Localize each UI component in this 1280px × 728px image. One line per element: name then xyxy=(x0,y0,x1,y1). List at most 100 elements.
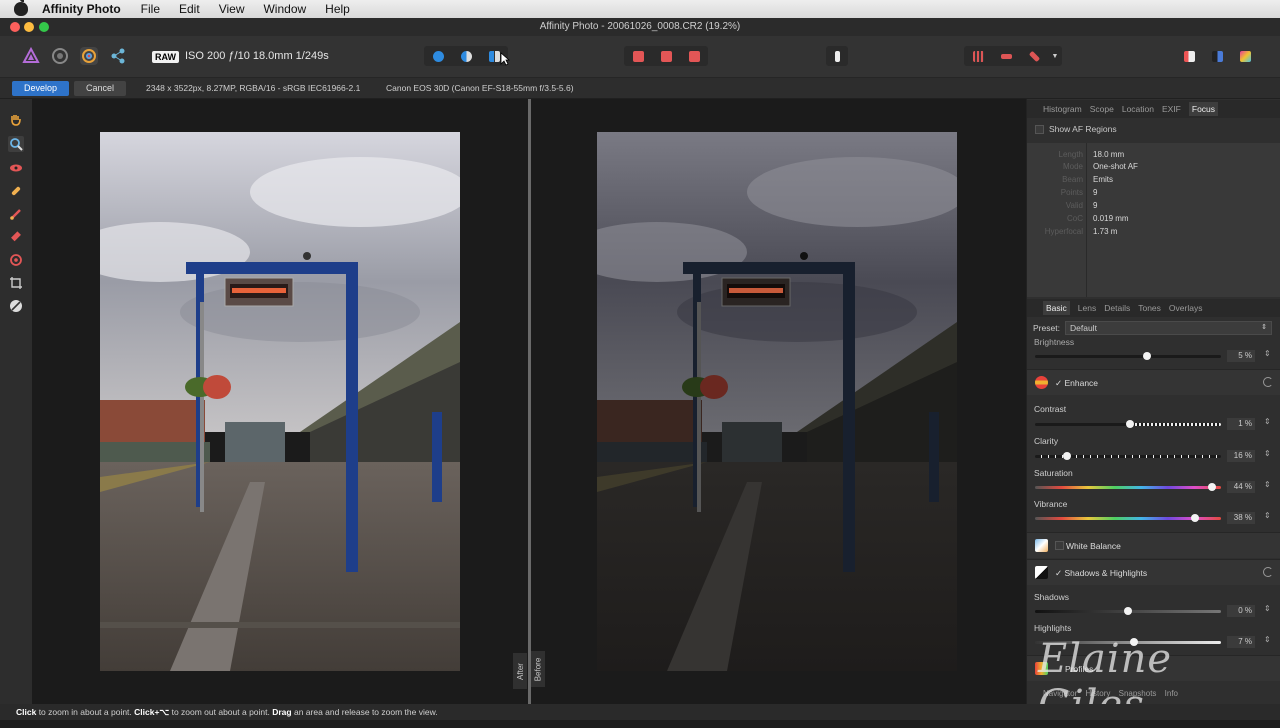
shadows-highlights-icon xyxy=(1035,566,1048,579)
minimize-window-button[interactable] xyxy=(24,22,34,32)
vibrance-stepper-icon[interactable]: ⇕ xyxy=(1264,511,1271,520)
white-balance-section[interactable]: White Balance xyxy=(1027,532,1280,558)
grid-icon xyxy=(972,50,984,62)
show-af-checkbox[interactable] xyxy=(1035,125,1044,135)
single-view-button[interactable] xyxy=(424,46,452,66)
after-photo xyxy=(100,132,460,671)
shadows-highlights-title: ✓ Shadows & Highlights xyxy=(1055,568,1148,578)
apple-icon[interactable] xyxy=(14,0,28,16)
shadows-stepper-icon[interactable]: ⇕ xyxy=(1264,604,1271,613)
color-swatch-button[interactable] xyxy=(1231,46,1259,66)
brush-button[interactable] xyxy=(1020,46,1048,66)
brightness-stepper-icon[interactable]: ⇕ xyxy=(1264,349,1271,358)
crop-tool[interactable] xyxy=(8,275,24,291)
grid-button[interactable] xyxy=(964,46,992,66)
liquify-persona-icon[interactable] xyxy=(51,47,69,65)
shadows-label: Shadows xyxy=(1034,592,1069,602)
tab-exif[interactable]: EXIF xyxy=(1162,104,1181,114)
blemish-tool[interactable] xyxy=(8,183,24,199)
info-button[interactable] xyxy=(826,46,848,66)
develop-persona-icon[interactable] xyxy=(80,47,98,65)
focus-info: Length 18.0 mm Mode One-shot AF Beam Emi… xyxy=(1027,143,1280,297)
tab-location[interactable]: Location xyxy=(1122,104,1154,114)
clarity-value[interactable]: 16 % xyxy=(1227,450,1255,462)
clipping-button[interactable] xyxy=(992,46,1020,66)
canvas[interactable]: After Before xyxy=(32,99,1026,704)
menu-edit[interactable]: Edit xyxy=(179,0,200,18)
show-af-regions[interactable]: Show AF Regions xyxy=(1035,124,1117,135)
overlay-erase-tool[interactable] xyxy=(8,229,24,245)
red-eye-tool[interactable] xyxy=(8,160,24,176)
close-window-button[interactable] xyxy=(10,22,20,32)
menu-app[interactable]: Affinity Photo xyxy=(42,0,121,18)
brightness-knob[interactable] xyxy=(1142,352,1151,360)
tab-scope[interactable]: Scope xyxy=(1090,104,1114,114)
contrast-slider[interactable] xyxy=(1035,420,1221,428)
saturation-value[interactable]: 44 % xyxy=(1227,481,1255,493)
single-view-icon xyxy=(432,50,444,62)
overlay-gradient-tool[interactable] xyxy=(8,252,24,268)
menu-help[interactable]: Help xyxy=(325,0,350,18)
saturation-knob[interactable] xyxy=(1207,483,1216,491)
right-panel: Histogram Scope Location EXIF Focus Show… xyxy=(1026,99,1280,704)
shadows-value[interactable]: 0 % xyxy=(1227,605,1255,617)
clarity-knob[interactable] xyxy=(1062,452,1071,460)
brightness-slider[interactable] xyxy=(1035,352,1221,360)
develop-button[interactable]: Develop xyxy=(12,81,69,96)
clarity-stepper-icon[interactable]: ⇕ xyxy=(1264,449,1271,458)
cancel-button[interactable]: Cancel xyxy=(74,81,126,96)
focus-key: Hyperfocal xyxy=(1044,227,1083,236)
shadows-highlights-section[interactable]: ✓ Shadows & Highlights xyxy=(1027,559,1280,585)
vibrance-value[interactable]: 38 % xyxy=(1227,512,1255,524)
highlights-label: Highlights xyxy=(1034,623,1072,633)
status-text-3: an area and release to zoom the view. xyxy=(291,707,438,717)
rotate-left-button[interactable] xyxy=(624,46,652,66)
tab-lens[interactable]: Lens xyxy=(1078,303,1096,313)
reset-icon[interactable] xyxy=(1263,567,1273,577)
contrast-stepper-icon[interactable]: ⇕ xyxy=(1264,417,1271,426)
white-balance-tool[interactable] xyxy=(8,298,24,314)
vibrance-slider[interactable] xyxy=(1035,514,1221,522)
white-balance-checkbox[interactable] xyxy=(1055,541,1064,550)
overlay-paint-tool[interactable] xyxy=(8,206,24,222)
tab-tones[interactable]: Tones xyxy=(1138,303,1161,313)
split-view-button[interactable] xyxy=(452,46,480,66)
export-persona-icon[interactable] xyxy=(109,47,127,65)
saturation-slider[interactable] xyxy=(1035,483,1221,491)
tab-overlays[interactable]: Overlays xyxy=(1169,303,1203,313)
menu-view[interactable]: View xyxy=(219,0,245,18)
brightness-value[interactable]: 5 % xyxy=(1227,350,1255,362)
contrast-value[interactable]: 1 % xyxy=(1227,418,1255,430)
transform-group xyxy=(624,46,708,66)
zoom-window-button[interactable] xyxy=(39,22,49,32)
menu-file[interactable]: File xyxy=(141,0,160,18)
flip-button[interactable] xyxy=(680,46,708,66)
tab-basic[interactable]: Basic xyxy=(1043,301,1070,315)
clarity-slider[interactable] xyxy=(1035,452,1221,460)
shadows-knob[interactable] xyxy=(1124,607,1132,615)
flip-icon xyxy=(688,50,700,62)
studio-left-button[interactable] xyxy=(1175,46,1203,66)
rotate-left-icon xyxy=(632,50,644,62)
vibrance-knob[interactable] xyxy=(1190,514,1199,522)
photo-persona-icon[interactable] xyxy=(22,47,40,65)
enhance-section[interactable]: ✓ Enhance xyxy=(1027,369,1280,395)
shadows-slider[interactable] xyxy=(1035,607,1221,615)
show-af-label: Show AF Regions xyxy=(1049,124,1117,134)
tab-histogram[interactable]: Histogram xyxy=(1043,104,1082,114)
studio-right-button[interactable] xyxy=(1203,46,1231,66)
reset-icon[interactable] xyxy=(1263,377,1273,387)
rotate-right-button[interactable] xyxy=(652,46,680,66)
zoom-tool[interactable] xyxy=(8,136,24,152)
focus-value: 1.73 m xyxy=(1093,227,1118,236)
tab-focus[interactable]: Focus xyxy=(1188,102,1219,116)
menu-window[interactable]: Window xyxy=(263,0,306,18)
exif-summary: ISO 200 ƒ/10 18.0mm 1/249s xyxy=(185,50,329,62)
saturation-stepper-icon[interactable]: ⇕ xyxy=(1264,480,1271,489)
hand-tool[interactable] xyxy=(8,112,24,128)
contrast-knob[interactable] xyxy=(1125,420,1134,428)
brush-dropdown[interactable]: ▼ xyxy=(1048,46,1062,66)
preset-select[interactable]: Default ⇕ xyxy=(1065,321,1272,335)
split-divider[interactable] xyxy=(528,99,531,704)
tab-details[interactable]: Details xyxy=(1104,303,1130,313)
